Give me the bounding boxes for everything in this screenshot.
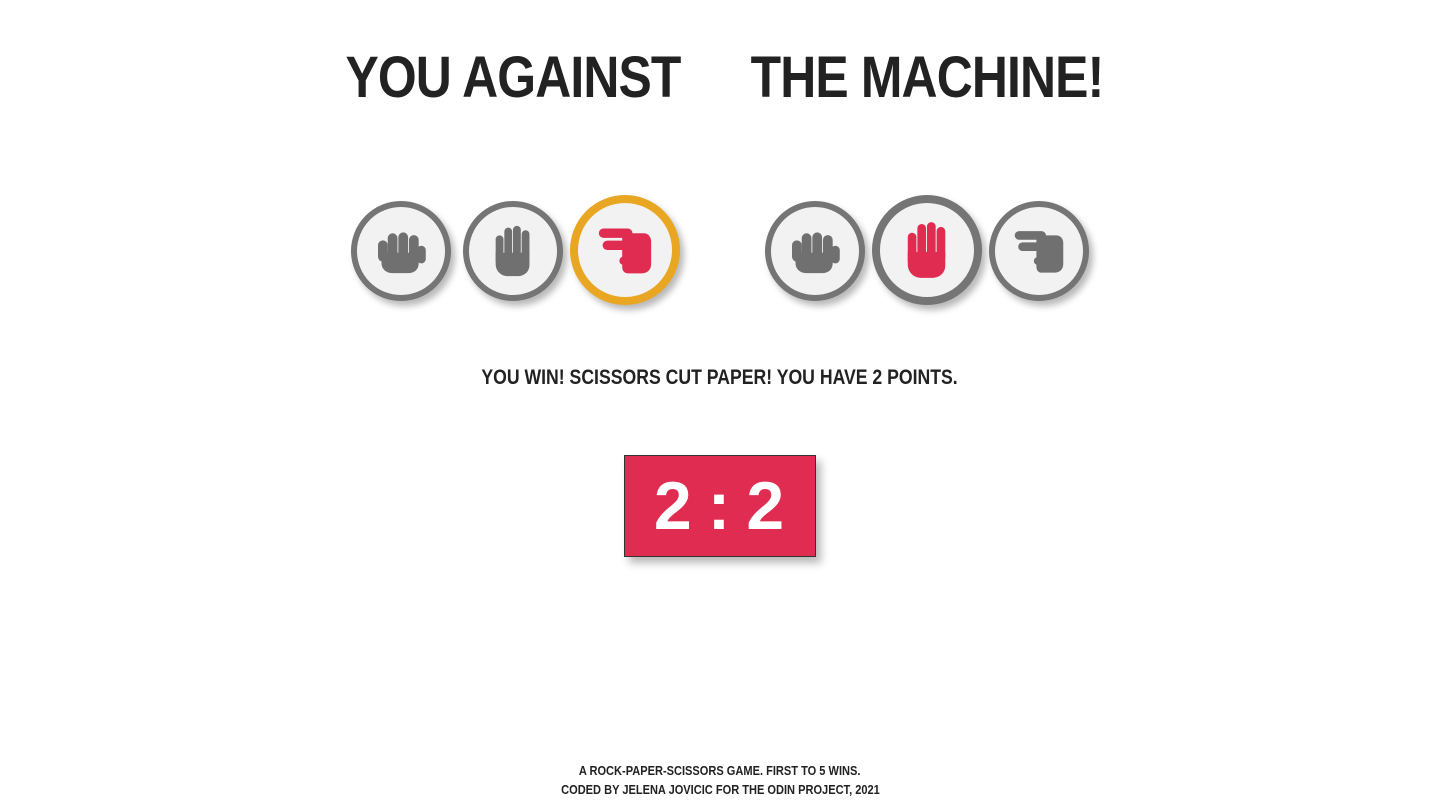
score-separator: : (707, 468, 733, 544)
open-hand-icon (490, 225, 536, 277)
machine-paper-button (872, 195, 982, 305)
footer-credits: Coded by Jelena Jovicic for The Odin Pro… (0, 782, 1440, 797)
player-rock-button[interactable] (351, 201, 451, 301)
machine-scissors-button (989, 201, 1089, 301)
footer-credits-text: Coded by Jelena Jovicic for The Odin Pro… (560, 782, 880, 797)
machine-rock-button (765, 201, 865, 301)
footer-description-text: A rock-paper-scissors game. First to 5 w… (579, 763, 861, 778)
scoreboard: 2 : 2 (624, 455, 816, 557)
result-message: You win! Scissors cut paper! You have 2 … (0, 366, 1440, 390)
player-scissors-button[interactable] (570, 195, 680, 305)
player-paper-button[interactable] (463, 201, 563, 301)
footer-description: A rock-paper-scissors game. First to 5 w… (0, 763, 1440, 778)
open-hand-icon (902, 221, 952, 279)
fist-icon (788, 228, 842, 274)
two-fingers-icon (597, 225, 653, 275)
machine-score: 2 (746, 468, 787, 544)
fist-icon (374, 228, 428, 274)
two-fingers-icon (1013, 228, 1065, 274)
machine-title: the machine! (750, 45, 1105, 110)
result-message-text: You win! Scissors cut paper! You have 2 … (481, 366, 959, 389)
player-score: 2 (653, 468, 694, 544)
player-title: You against (345, 45, 681, 110)
